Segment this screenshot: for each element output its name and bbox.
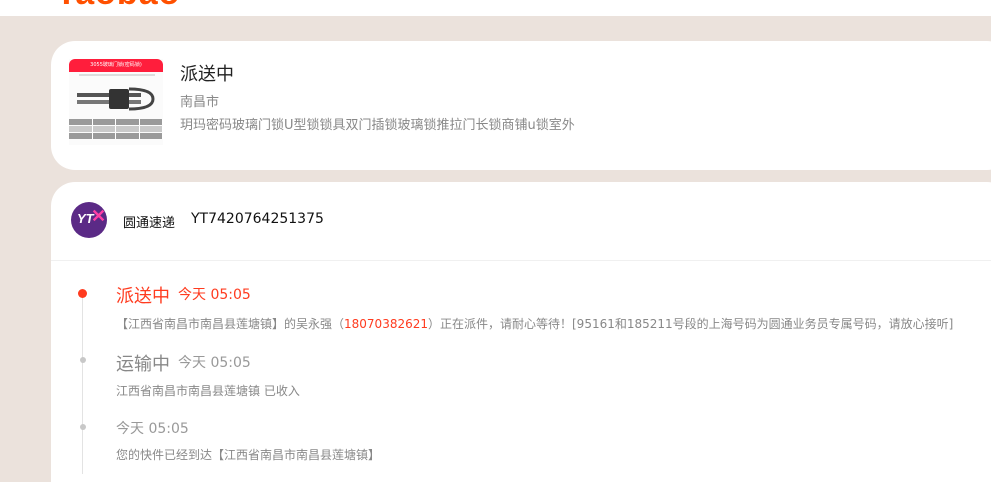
event-description: 江西省南昌市南昌县莲塘镇 已收入	[116, 384, 300, 398]
courier-phone-link[interactable]: 18070382621	[344, 317, 428, 331]
tracking-number[interactable]: YT7420764251375	[191, 211, 324, 227]
carrier-name: 圆通速递	[123, 216, 176, 231]
event-time: 今天 05:05	[116, 421, 189, 437]
delivery-city: 南昌市	[180, 95, 220, 110]
yto-express-logo-icon: YT ✕	[71, 202, 107, 238]
top-bar: Taobao	[0, 0, 991, 16]
taobao-logo[interactable]: Taobao	[56, 0, 180, 13]
timeline-dot-active-icon	[78, 289, 87, 298]
thumbnail-banner: 3055玻璃门锁(密码锁)	[69, 59, 163, 72]
product-thumbnail[interactable]: 3055玻璃门锁(密码锁)	[69, 59, 163, 145]
event-time: 今天 05:05	[178, 355, 251, 371]
product-title[interactable]: 玥玛密码玻璃门锁U型锁锁具双门插锁玻璃锁推拉门长锁商铺u锁室外	[180, 114, 575, 133]
event-desc-suffix: ）正在派件，请耐心等待！[95161和185211号段的上海号码为圆通业务员专属…	[428, 317, 954, 331]
event-time: 今天 05:05	[178, 287, 251, 303]
event-description: 【江西省南昌市南昌县莲塘镇】的吴永强（18070382621）正在派件，请耐心等…	[116, 315, 953, 332]
thumbnail-subline	[79, 74, 155, 76]
u-lock-icon	[77, 87, 155, 111]
event-status: 派送中	[116, 286, 170, 307]
carrier-logo-x-icon: ✕	[91, 206, 107, 226]
timeline-dot-icon	[80, 357, 86, 363]
timeline-dot-icon	[80, 424, 86, 430]
delivery-status-title: 派送中	[180, 64, 234, 85]
event-desc-prefix: 【江西省南昌市南昌县莲塘镇】的吴永强（	[116, 317, 345, 331]
timeline-line	[82, 294, 83, 474]
event-status: 运输中	[116, 354, 170, 375]
event-description: 您的快件已经到达【江西省南昌市南昌县莲塘镇】	[116, 448, 381, 462]
thumbnail-spec-table	[69, 119, 163, 145]
order-summary-card[interactable]: 3055玻璃门锁(密码锁) 派送中 南昌市 玥玛密码玻璃门锁U型锁锁具双门插锁玻…	[51, 41, 991, 170]
logistics-card: YT ✕ 圆通速递 YT7420764251375 派送中 今天 05:05 【…	[51, 182, 991, 482]
divider	[51, 260, 991, 261]
